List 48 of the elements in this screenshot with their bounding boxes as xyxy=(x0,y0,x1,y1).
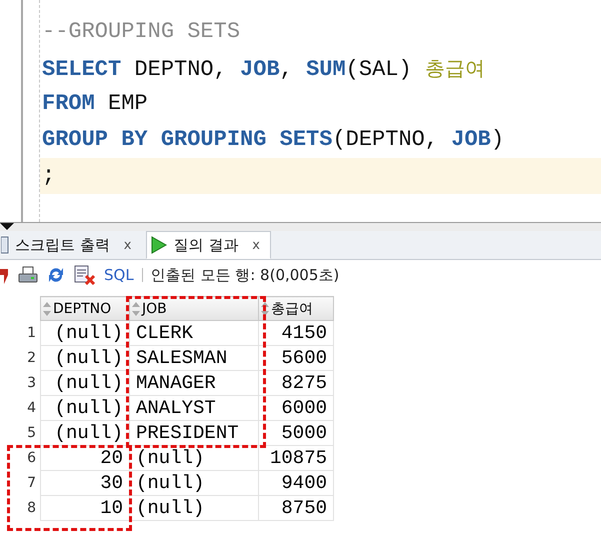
table-cell: 20 xyxy=(40,446,130,470)
table-cell: (null) xyxy=(40,346,130,370)
table-cell: (null) xyxy=(130,446,258,470)
column-header[interactable]: 총급여 xyxy=(258,296,334,320)
table-cell: SALESMAN xyxy=(130,346,258,370)
code-line: SELECT DEPTNO, JOB, SUM(SAL) 총급여 xyxy=(41,55,486,84)
table-cell: CLERK xyxy=(130,320,258,346)
row-number: 7 xyxy=(0,470,40,496)
fetch-status: 인출된 모든 행: 8(0,005초) xyxy=(150,266,340,284)
pin-icon[interactable] xyxy=(0,266,10,284)
code-line: --GROUPING SETS xyxy=(41,18,242,46)
table-cell: (null) xyxy=(40,396,130,420)
column-header[interactable]: JOB xyxy=(130,296,258,320)
print-icon[interactable] xyxy=(18,266,38,284)
column-header[interactable]: DEPTNO xyxy=(40,296,130,320)
table-cell: 4150 xyxy=(258,320,334,346)
table-cell: 6000 xyxy=(258,396,334,420)
sql-link[interactable]: SQL xyxy=(104,266,134,284)
play-icon xyxy=(151,236,168,254)
table-cell: 10875 xyxy=(258,446,334,470)
table-cell: MANAGER xyxy=(130,370,258,396)
clear-icon[interactable] xyxy=(74,265,96,285)
table-cell: (null) xyxy=(130,470,258,496)
row-number: 4 xyxy=(0,396,40,420)
table-cell: (null) xyxy=(40,370,130,396)
panel-tab[interactable]: 질의 결과 x xyxy=(146,231,271,259)
code-line: FROM EMP xyxy=(41,90,149,118)
table-cell: 5600 xyxy=(258,346,334,370)
table-cell: 10 xyxy=(40,496,130,520)
row-number: 6 xyxy=(0,446,40,470)
table-cell: 8275 xyxy=(258,370,334,396)
table-cell: (null) xyxy=(130,496,258,520)
table-cell: (null) xyxy=(40,420,130,446)
code-line: GROUP BY GROUPING SETS(DEPTNO, JOB) xyxy=(41,126,506,154)
table-cell: 5000 xyxy=(258,420,334,446)
table-cell: 8750 xyxy=(258,496,334,520)
row-number: 3 xyxy=(0,370,40,396)
row-number: 2 xyxy=(0,346,40,370)
table-cell: ANALYST xyxy=(130,396,258,420)
row-number: 8 xyxy=(0,496,40,520)
sort-icon[interactable] xyxy=(261,302,269,316)
row-number: 5 xyxy=(0,420,40,446)
table-cell: PRESIDENT xyxy=(130,420,258,446)
table-cell: 9400 xyxy=(258,470,334,496)
document-icon xyxy=(1,236,9,254)
row-number: 1 xyxy=(0,320,40,346)
table-cell: (null) xyxy=(40,320,130,346)
table-cell: 30 xyxy=(40,470,130,496)
